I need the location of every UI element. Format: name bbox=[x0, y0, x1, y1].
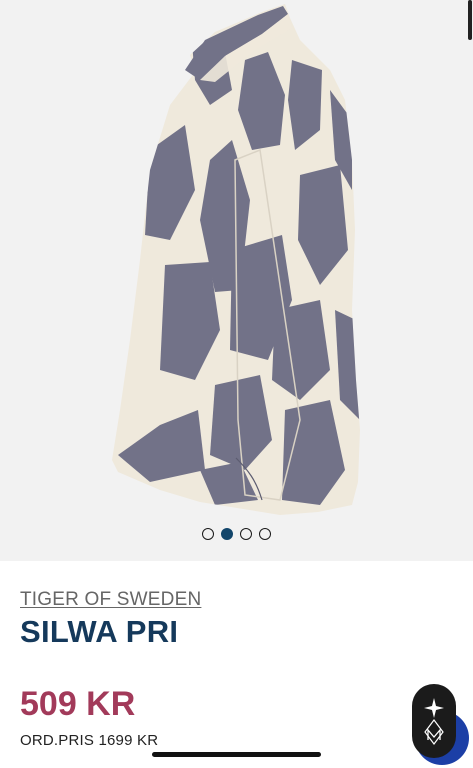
product-page: TIGER OF SWEDEN SILWA PRI 509 KR ORD.PRI… bbox=[0, 0, 473, 768]
carousel-dot[interactable] bbox=[240, 528, 252, 540]
carousel-pagination bbox=[0, 528, 473, 540]
carousel-dot-active[interactable] bbox=[221, 528, 233, 540]
loyalty-badge-button[interactable] bbox=[412, 684, 456, 758]
product-image-gallery[interactable] bbox=[0, 0, 473, 561]
original-price: ORD.PRIS 1699 KR bbox=[20, 732, 159, 749]
carousel-dot[interactable] bbox=[259, 528, 271, 540]
product-title: SILWA PRI bbox=[20, 614, 179, 649]
brand-link[interactable]: TIGER OF SWEDEN bbox=[20, 589, 201, 611]
diamond-crest-icon bbox=[424, 698, 444, 745]
product-image bbox=[112, 4, 360, 515]
sale-price: 509 KR bbox=[20, 685, 136, 723]
carousel-dot[interactable] bbox=[202, 528, 214, 540]
scrollbar-thumb[interactable] bbox=[468, 0, 472, 40]
home-indicator[interactable] bbox=[152, 752, 321, 757]
